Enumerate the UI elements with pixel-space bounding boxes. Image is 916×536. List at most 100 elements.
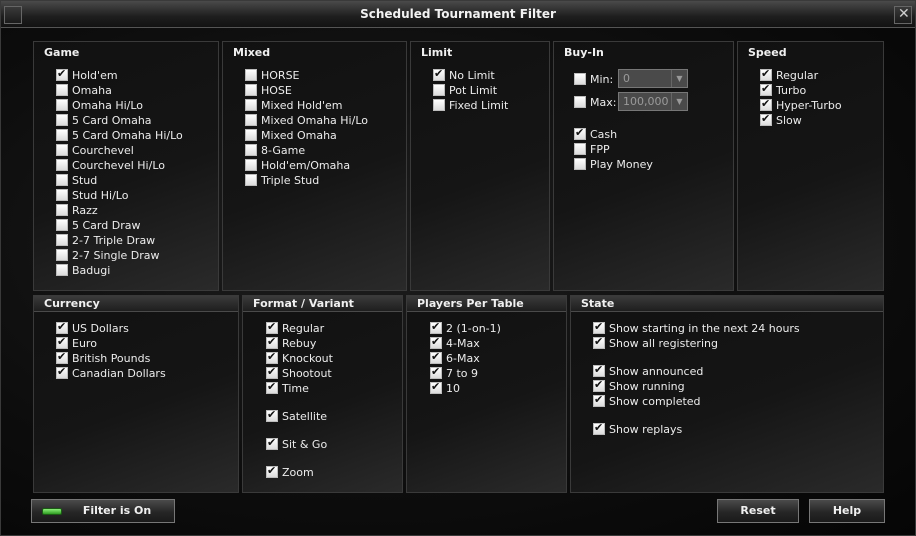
speed-option-checkbox[interactable]: ✔ Regular xyxy=(760,67,818,82)
buyin-max-select[interactable]: 100,000 ▼ xyxy=(618,92,688,111)
currency-option-checkbox[interactable]: ✔ British Pounds xyxy=(56,350,150,365)
status-led-icon xyxy=(42,508,62,515)
buyin-max-checkbox[interactable]: Max: xyxy=(574,95,616,109)
check-icon: ✔ xyxy=(431,380,441,393)
limit-option-label: Pot Limit xyxy=(449,83,498,97)
limit-option-checkbox[interactable]: Fixed Limit xyxy=(433,98,508,112)
close-icon: ✕ xyxy=(898,6,910,22)
game-option-checkbox[interactable]: 5 Card Omaha xyxy=(56,113,152,127)
state-option-checkbox[interactable]: ✔ Show completed xyxy=(593,393,701,408)
players-option-checkbox[interactable]: ✔ 2 (1-on-1) xyxy=(430,320,501,335)
check-icon: ✔ xyxy=(431,350,441,363)
buyin-min-select[interactable]: 0 ▼ xyxy=(618,69,688,88)
format-option-checkbox[interactable]: ✔ Shootout xyxy=(266,365,332,380)
mixed-option-checkbox[interactable]: Mixed Hold'em xyxy=(245,98,343,112)
game-option-checkbox[interactable]: ✔ Hold'em xyxy=(56,67,118,82)
mixed-option-checkbox[interactable]: HOSE xyxy=(245,83,292,97)
close-button[interactable]: ✕ xyxy=(894,6,912,24)
mixed-option-checkbox[interactable]: HORSE xyxy=(245,68,300,82)
check-icon: ✔ xyxy=(267,350,277,363)
currency-option-checkbox[interactable]: ✔ US Dollars xyxy=(56,320,129,335)
buyin-min-checkbox[interactable]: Min: xyxy=(574,72,613,86)
game-option-checkbox[interactable]: Stud xyxy=(56,173,97,187)
checkbox-box xyxy=(574,158,586,170)
speed-option-checkbox[interactable]: ✔ Turbo xyxy=(760,82,806,97)
mixed-option-checkbox[interactable]: Mixed Omaha Hi/Lo xyxy=(245,113,368,127)
chevron-down-icon: ▼ xyxy=(671,70,687,87)
currency-option-checkbox[interactable]: ✔ Euro xyxy=(56,335,97,350)
state-option-checkbox[interactable]: ✔ Show all registering xyxy=(593,335,718,350)
game-option-checkbox[interactable]: Razz xyxy=(56,203,98,217)
checkbox-box xyxy=(245,99,257,111)
speed-option-checkbox[interactable]: ✔ Slow xyxy=(760,112,802,127)
format-option-checkbox[interactable]: ✔ Zoom xyxy=(266,464,314,479)
game-option-checkbox[interactable]: 5 Card Draw xyxy=(56,218,140,232)
checkbox-box: ✔ xyxy=(266,350,278,364)
format-option-label: Zoom xyxy=(282,465,314,479)
checkbox-box: ✔ xyxy=(266,320,278,334)
buyin-option-checkbox[interactable]: FPP xyxy=(574,142,610,156)
check-icon: ✔ xyxy=(267,380,277,393)
buyin-option-checkbox[interactable]: Play Money xyxy=(574,157,653,171)
checkbox-box xyxy=(56,144,68,156)
players-option-label: 10 xyxy=(446,381,460,395)
game-option-checkbox[interactable]: Omaha xyxy=(56,83,112,97)
game-option-checkbox[interactable]: Omaha Hi/Lo xyxy=(56,98,143,112)
players-option-checkbox[interactable]: ✔ 6-Max xyxy=(430,350,480,365)
players-option-checkbox[interactable]: ✔ 4-Max xyxy=(430,335,480,350)
game-option-checkbox[interactable]: 5 Card Omaha Hi/Lo xyxy=(56,128,183,142)
currency-option-checkbox[interactable]: ✔ Canadian Dollars xyxy=(56,365,166,380)
format-option-checkbox[interactable]: ✔ Satellite xyxy=(266,408,327,423)
game-option-checkbox[interactable]: Courchevel xyxy=(56,143,134,157)
check-icon: ✔ xyxy=(267,464,277,477)
mixed-option-checkbox[interactable]: 8-Game xyxy=(245,143,305,157)
check-icon: ✔ xyxy=(761,112,771,125)
players-option-checkbox[interactable]: ✔ 7 to 9 xyxy=(430,365,478,380)
currency-option-label: US Dollars xyxy=(72,321,129,335)
game-option-checkbox[interactable]: Stud Hi/Lo xyxy=(56,188,128,202)
mixed-option-checkbox[interactable]: Hold'em/Omaha xyxy=(245,158,350,172)
limit-option-checkbox[interactable]: Pot Limit xyxy=(433,83,497,97)
speed-option-checkbox[interactable]: ✔ Hyper-Turbo xyxy=(760,97,842,112)
mixed-option-checkbox[interactable]: Triple Stud xyxy=(245,173,319,187)
state-option-checkbox[interactable]: ✔ Show replays xyxy=(593,421,682,436)
limit-option-checkbox[interactable]: ✔ No Limit xyxy=(433,67,495,82)
format-title: Format / Variant xyxy=(243,296,402,312)
checkbox-box: ✔ xyxy=(430,350,442,364)
players-option-checkbox[interactable]: ✔ 10 xyxy=(430,380,460,395)
mixed-option-checkbox[interactable]: Mixed Omaha xyxy=(245,128,337,142)
check-icon: ✔ xyxy=(267,408,277,421)
checkbox-box xyxy=(56,219,68,231)
game-option-checkbox[interactable]: Courchevel Hi/Lo xyxy=(56,158,165,172)
checkbox-box: ✔ xyxy=(593,363,605,377)
format-option-checkbox[interactable]: ✔ Time xyxy=(266,380,309,395)
state-option-checkbox[interactable]: ✔ Show running xyxy=(593,378,685,393)
game-option-checkbox[interactable]: Badugi xyxy=(56,263,110,277)
format-option-checkbox[interactable]: ✔ Rebuy xyxy=(266,335,316,350)
game-option-checkbox[interactable]: 2-7 Single Draw xyxy=(56,248,160,262)
filter-window: Scheduled Tournament Filter ✕ Game Mixed… xyxy=(0,0,916,536)
filter-toggle-button[interactable]: Filter is On xyxy=(31,499,175,523)
title-bar[interactable]: Scheduled Tournament Filter ✕ xyxy=(1,1,915,28)
buyin-option-label: Cash xyxy=(590,127,618,141)
state-option-checkbox[interactable]: ✔ Show announced xyxy=(593,363,703,378)
game-option-checkbox[interactable]: 2-7 Triple Draw xyxy=(56,233,155,247)
state-option-checkbox[interactable]: ✔ Show starting in the next 24 hours xyxy=(593,320,800,335)
checkbox-box xyxy=(56,114,68,126)
format-option-checkbox[interactable]: ✔ Sit & Go xyxy=(266,436,327,451)
checkbox-box xyxy=(56,249,68,261)
mixed-option-label: 8-Game xyxy=(261,143,306,157)
checkbox-box: ✔ xyxy=(760,97,772,111)
help-button[interactable]: Help xyxy=(809,499,885,523)
reset-button[interactable]: Reset xyxy=(717,499,799,523)
format-option-checkbox[interactable]: ✔ Knockout xyxy=(266,350,333,365)
buyin-option-checkbox[interactable]: ✔ Cash xyxy=(574,126,618,141)
format-option-checkbox[interactable]: ✔ Regular xyxy=(266,320,325,335)
checkbox-box xyxy=(433,84,445,96)
format-option-label: Regular xyxy=(282,321,325,335)
speed-option-label: Slow xyxy=(776,113,802,127)
checkbox-box xyxy=(574,96,586,108)
check-icon: ✔ xyxy=(594,320,604,333)
buyin-option-label: FPP xyxy=(590,142,610,156)
checkbox-box: ✔ xyxy=(430,320,442,334)
